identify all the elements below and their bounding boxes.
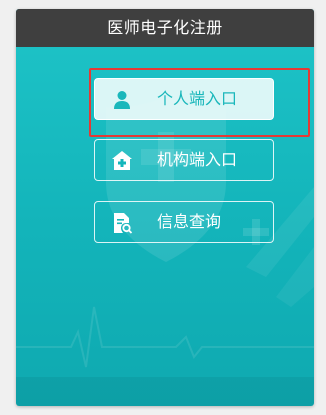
hospital-icon xyxy=(112,151,132,170)
personal-entry-button[interactable]: 个人端入口 xyxy=(94,78,274,120)
document-search-icon xyxy=(114,213,133,234)
panel-title: 医师电子化注册 xyxy=(16,9,314,47)
registration-panel: 医师电子化注册 个人端入口 机构端入口 信息查询 xyxy=(16,9,314,406)
person-icon xyxy=(114,91,130,109)
personal-entry-label: 个人端入口 xyxy=(157,89,238,108)
institution-entry-button[interactable]: 机构端入口 xyxy=(94,139,274,181)
institution-entry-label: 机构端入口 xyxy=(157,150,238,169)
info-query-button[interactable]: 信息查询 xyxy=(94,201,274,243)
info-query-label: 信息查询 xyxy=(157,212,222,231)
